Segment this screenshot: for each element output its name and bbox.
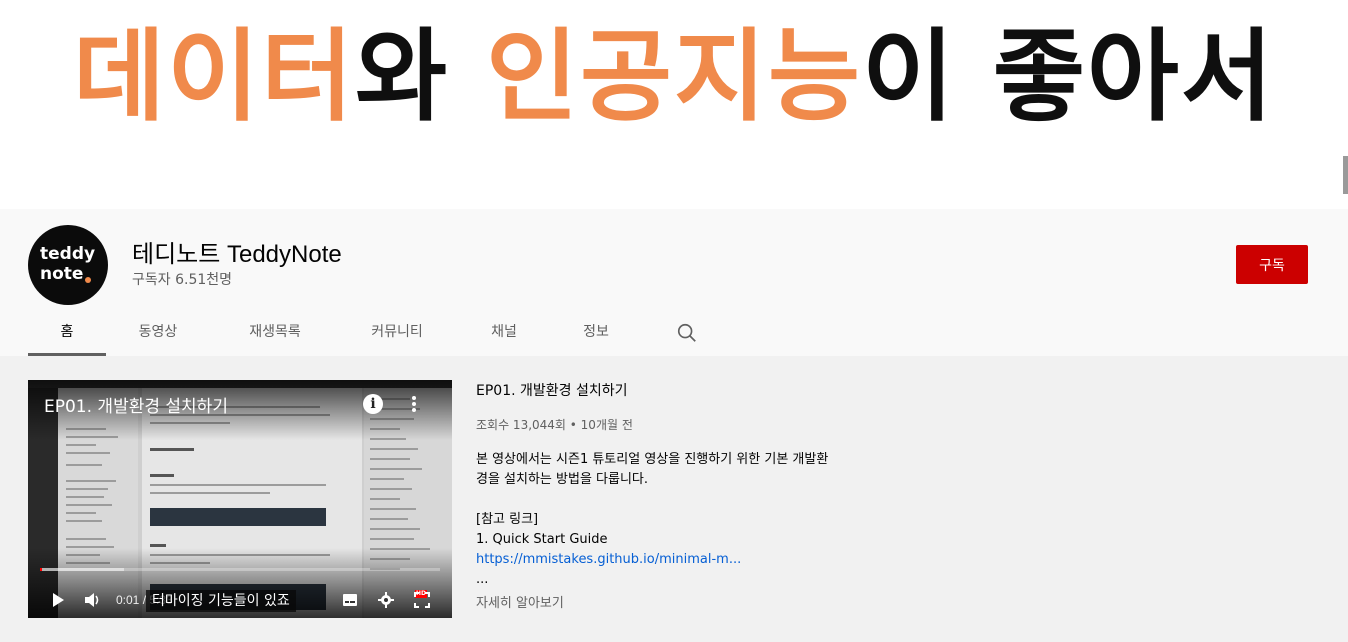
featured-video-title[interactable]: EP01. 개발환경 설치하기: [476, 380, 628, 400]
video-meta: 조회수 13,044회 • 10개월 전: [476, 418, 633, 432]
description-ellipsis: ...: [476, 572, 489, 587]
progress-bar[interactable]: [40, 568, 440, 571]
avatar-text-line2: note: [40, 264, 84, 284]
subscriber-count: 구독자 6.51천명: [132, 272, 233, 288]
video-player[interactable]: EP01. 개발환경 설치하기 i 0:01 / 5:33 터마이징 기능들이 …: [28, 380, 452, 618]
progress-buffer: [40, 568, 124, 571]
channel-avatar[interactable]: teddy note: [28, 225, 108, 305]
fullscreen-icon[interactable]: [414, 592, 430, 608]
settings-icon[interactable]: [378, 592, 394, 608]
progress-played: [40, 568, 42, 571]
subtitle-caption: 터마이징 기능들이 있죠: [146, 590, 296, 612]
info-icon[interactable]: i: [363, 394, 383, 414]
banner-text-ai: 인공지능: [486, 18, 862, 135]
tab-playlists[interactable]: 재생목록: [238, 317, 312, 356]
subtitles-icon[interactable]: [342, 592, 358, 608]
tab-about[interactable]: 정보: [576, 317, 616, 356]
search-icon[interactable]: [676, 322, 698, 344]
avatar-dot: [85, 277, 91, 283]
banner-text-and: 와: [355, 18, 486, 135]
volume-icon[interactable]: [84, 592, 102, 608]
subscribe-button[interactable]: 구독: [1236, 245, 1308, 284]
description-line: [참고 링크]: [476, 512, 539, 527]
tab-videos[interactable]: 동영상: [126, 317, 190, 356]
channel-header: teddy note 테디노트 TeddyNote 구독자 6.51천명 구독 …: [0, 209, 1348, 356]
channel-name: 테디노트 TeddyNote: [132, 241, 342, 268]
description-link[interactable]: https://mmistakes.github.io/minimal-m...: [476, 552, 741, 567]
description-blank: [476, 490, 896, 510]
banner-text-like: 이 좋아서: [862, 18, 1275, 135]
description-line: 본 영상에서는 시즌1 튜토리얼 영상을 진행하기 위한 기본 개발환: [476, 452, 829, 467]
banner-text-data: 데이터: [73, 18, 356, 135]
scrollbar-thumb[interactable]: [1343, 156, 1348, 194]
tab-community[interactable]: 커뮤니티: [360, 317, 434, 356]
tab-channels[interactable]: 채널: [482, 317, 526, 356]
banner-title: 데이터와 인공지능이 좋아서: [0, 22, 1348, 132]
description-line: 경을 설치하는 방법을 다룹니다.: [476, 472, 649, 487]
video-description: 본 영상에서는 시즌1 튜토리얼 영상을 진행하기 위한 기본 개발환 경을 설…: [476, 450, 896, 590]
player-video-title[interactable]: EP01. 개발환경 설치하기: [44, 392, 228, 417]
avatar-text-line1: teddy: [40, 244, 96, 264]
read-more-link[interactable]: 자세히 알아보기: [476, 592, 564, 611]
channel-banner: 데이터와 인공지능이 좋아서: [0, 0, 1348, 209]
more-vert-icon[interactable]: [408, 394, 420, 414]
description-line: 1. Quick Start Guide: [476, 532, 608, 547]
featured-section: EP01. 개발환경 설치하기 i 0:01 / 5:33 터마이징 기능들이 …: [0, 356, 1348, 642]
play-icon[interactable]: [50, 592, 66, 608]
tab-home[interactable]: 홈: [28, 317, 106, 356]
